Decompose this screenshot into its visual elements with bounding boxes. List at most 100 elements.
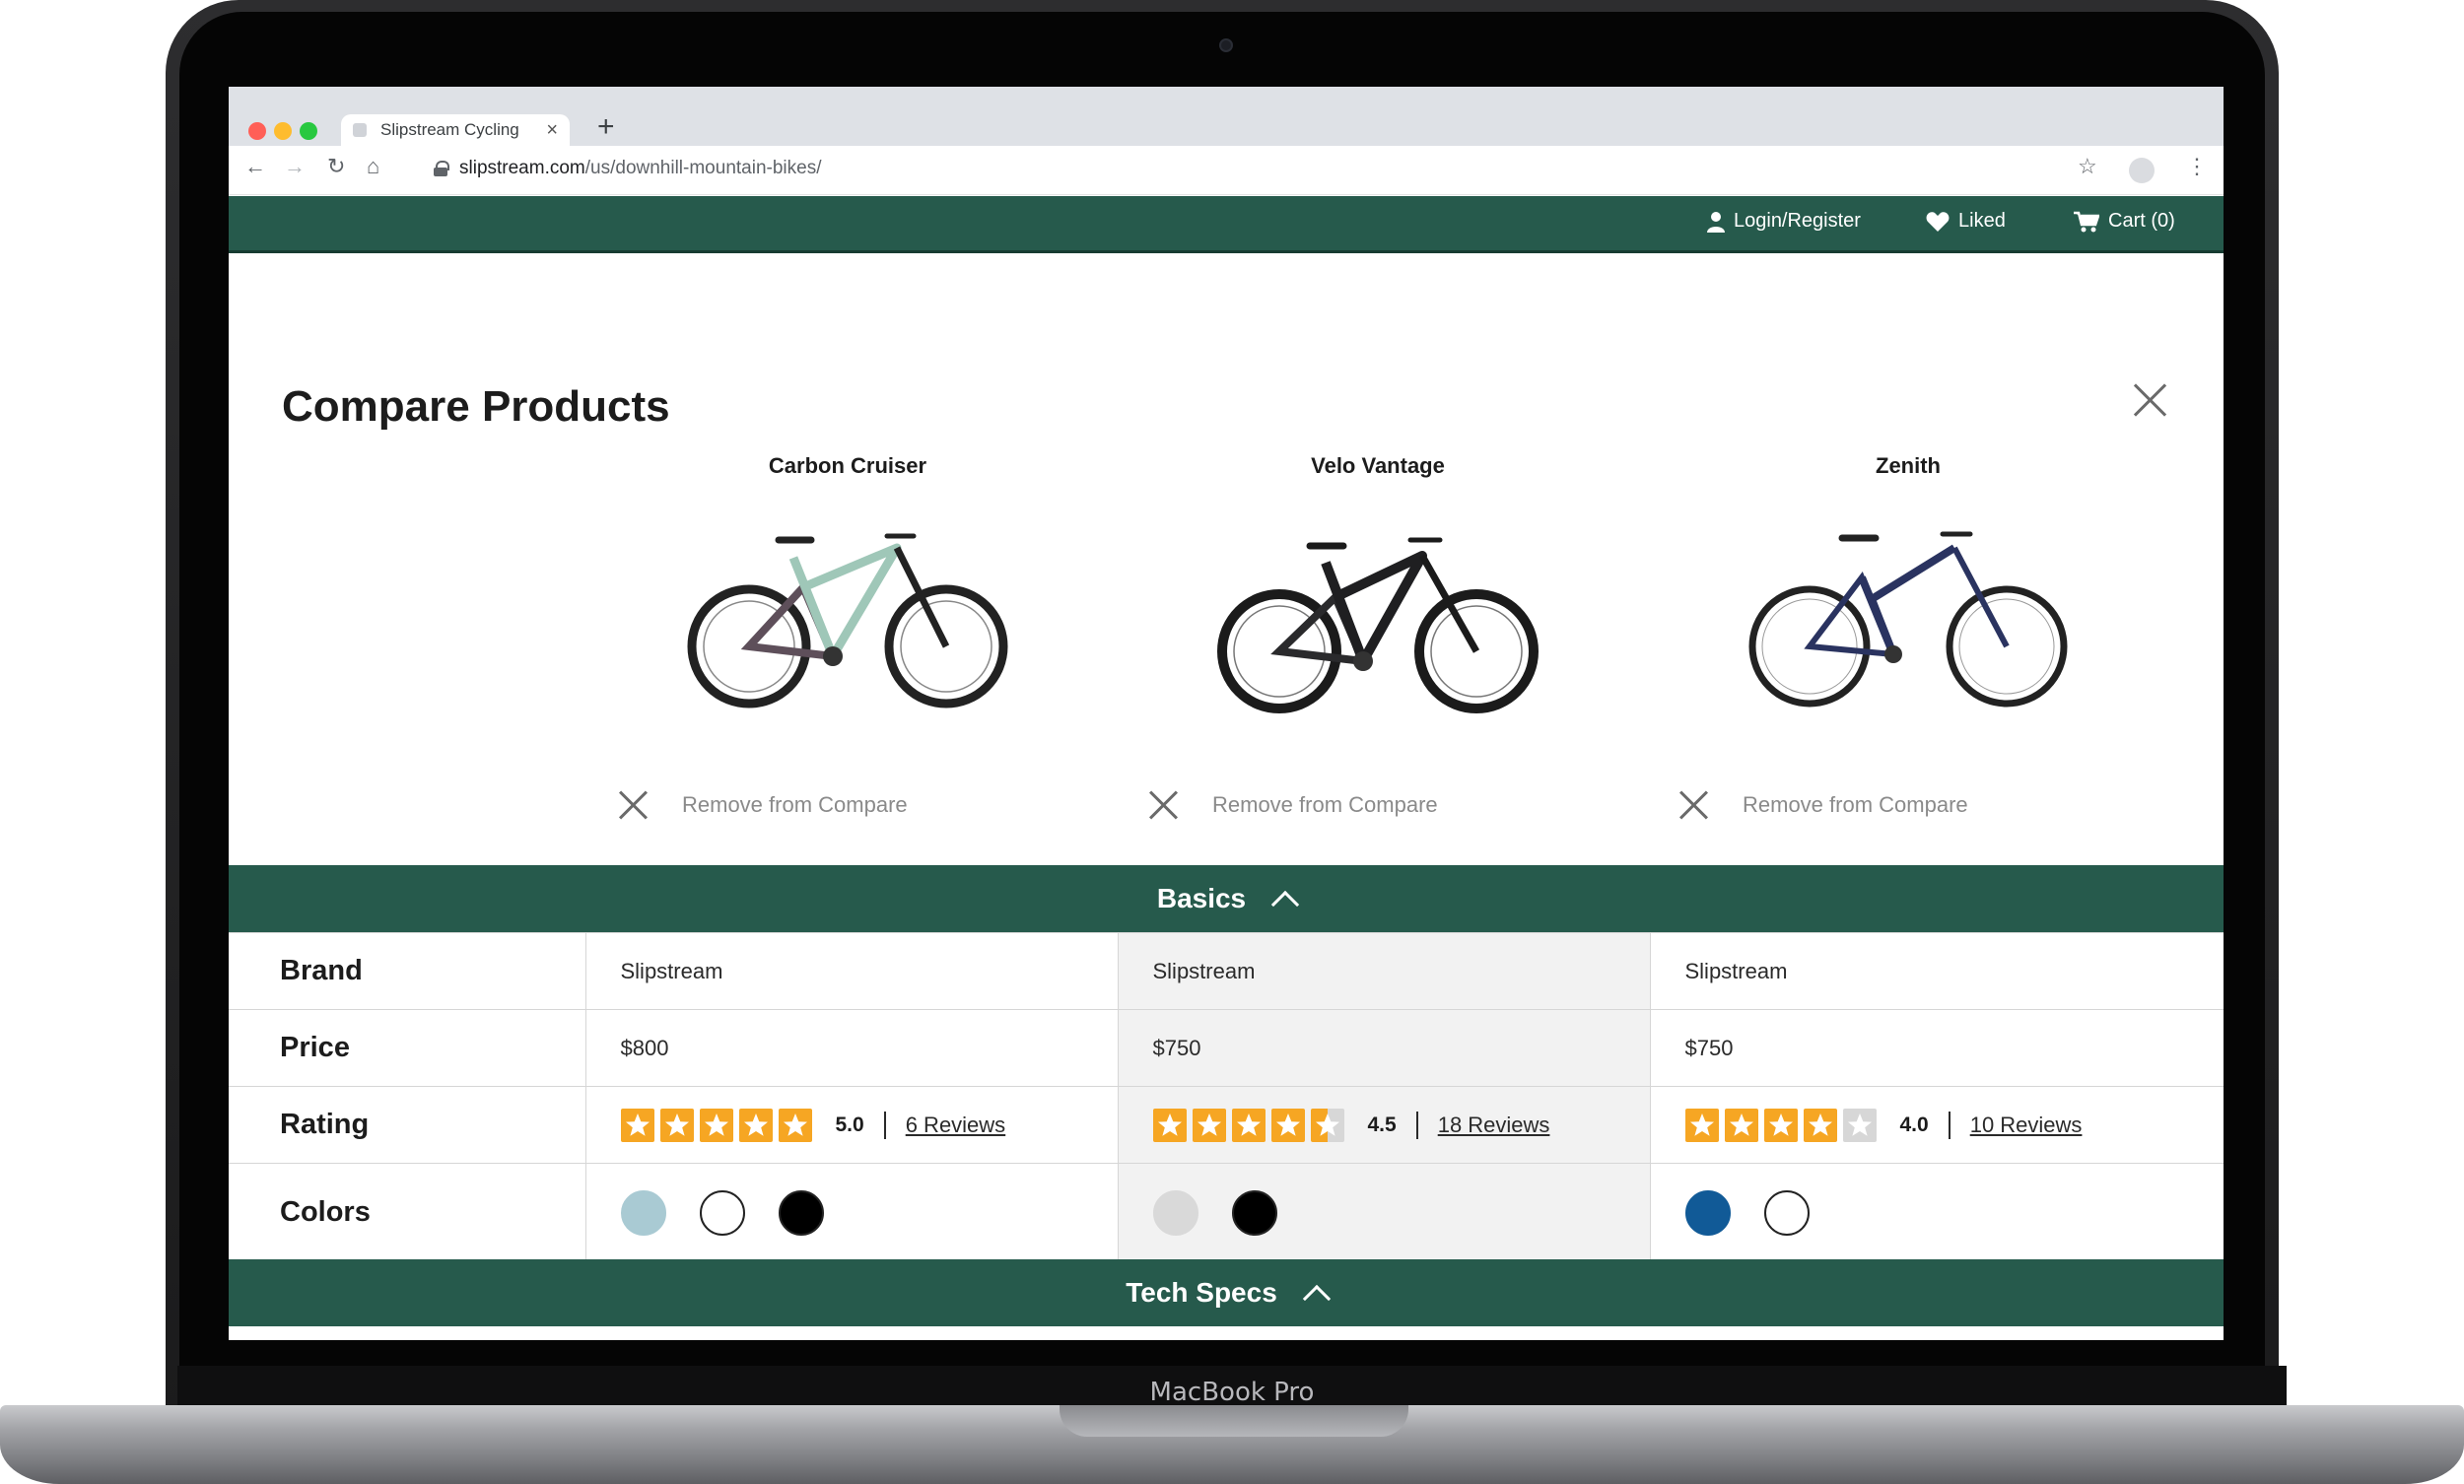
reviews-link[interactable]: 18 Reviews bbox=[1438, 1113, 1550, 1138]
table-cell: $800 bbox=[584, 1009, 1119, 1087]
url-path: /us/downhill-mountain-bikes/ bbox=[584, 158, 822, 178]
remove-from-compare-button[interactable]: Remove from Compare bbox=[1642, 784, 2174, 824]
login-register-label: Login/Register bbox=[1734, 210, 1861, 232]
liked-label: Liked bbox=[1958, 210, 2006, 232]
table-cell: 4.0 10 Reviews bbox=[1649, 1086, 2224, 1164]
table-row-brand: Brand Slipstream Slipstream Slipstream bbox=[229, 932, 2224, 1010]
home-icon[interactable]: ⌂ bbox=[367, 154, 379, 179]
color-swatch[interactable] bbox=[1231, 1189, 1277, 1236]
remove-from-compare-button[interactable]: Remove from Compare bbox=[1112, 784, 1644, 824]
chevron-up-icon bbox=[1302, 1284, 1331, 1314]
tech-specs-section-toggle[interactable]: Tech Specs bbox=[229, 1259, 2224, 1326]
star-icon bbox=[699, 1108, 733, 1142]
tab-close-icon[interactable]: × bbox=[546, 119, 558, 142]
star-group bbox=[1684, 1108, 1882, 1142]
star-icon bbox=[1231, 1108, 1266, 1142]
menu-kebab-icon[interactable]: ⋮ bbox=[2186, 154, 2208, 179]
rating-score: 4.0 bbox=[1899, 1113, 1929, 1136]
window-close-button[interactable] bbox=[248, 122, 266, 140]
bike-image[interactable] bbox=[1745, 518, 2071, 715]
table-cell: Slipstream bbox=[584, 932, 1119, 1010]
cart-label: Cart (0) bbox=[2108, 210, 2175, 232]
color-swatch[interactable] bbox=[778, 1189, 824, 1236]
remove-label: Remove from Compare bbox=[1743, 792, 1968, 817]
remove-from-compare-button[interactable]: Remove from Compare bbox=[582, 784, 1114, 824]
reload-icon[interactable]: ↻ bbox=[327, 154, 345, 179]
close-compare-button[interactable] bbox=[2131, 380, 2170, 420]
divider bbox=[1415, 1111, 1418, 1139]
lock-icon bbox=[434, 161, 449, 176]
table-cell: 5.0 6 Reviews bbox=[584, 1086, 1119, 1164]
close-icon bbox=[619, 790, 649, 820]
table-cell: $750 bbox=[1117, 1009, 1651, 1087]
bike-image[interactable] bbox=[685, 518, 1010, 715]
back-arrow-icon[interactable]: ← bbox=[244, 154, 266, 179]
star-group bbox=[620, 1108, 818, 1142]
divider bbox=[1948, 1111, 1951, 1139]
url-host: slipstream.com bbox=[459, 158, 585, 178]
window-maximize-button[interactable] bbox=[300, 122, 317, 140]
table-cell: 4.5 18 Reviews bbox=[1117, 1086, 1651, 1164]
tab-title: Slipstream Cycling bbox=[380, 120, 519, 139]
star-icon bbox=[1152, 1108, 1187, 1142]
reviews-link[interactable]: 6 Reviews bbox=[906, 1113, 1005, 1138]
address-bar[interactable]: slipstream.com/us/downhill-mountain-bike… bbox=[459, 158, 821, 179]
screen: Slipstream Cycling × + ← → ↻ ⌂ slipstrea… bbox=[229, 87, 2224, 1340]
site-header: Login/Register Liked Cart (0) bbox=[229, 196, 2224, 253]
remove-label: Remove from Compare bbox=[1212, 792, 1438, 817]
tech-specs-label: Tech Specs bbox=[1126, 1277, 1277, 1308]
star-icon bbox=[1763, 1108, 1798, 1142]
star-icon bbox=[659, 1108, 694, 1142]
color-swatch[interactable] bbox=[620, 1189, 666, 1236]
close-icon bbox=[1149, 790, 1179, 820]
star-icon bbox=[620, 1108, 654, 1142]
window-minimize-button[interactable] bbox=[274, 122, 292, 140]
forward-arrow-icon[interactable]: → bbox=[284, 154, 306, 179]
browser-tabbar: Slipstream Cycling × + bbox=[229, 87, 2224, 146]
star-icon bbox=[1842, 1108, 1877, 1142]
cart-link[interactable]: Cart (0) bbox=[2074, 210, 2175, 233]
star-icon bbox=[1724, 1108, 1758, 1142]
rating-score: 5.0 bbox=[835, 1113, 864, 1136]
basics-section-toggle[interactable]: Basics bbox=[229, 865, 2224, 932]
color-swatch[interactable] bbox=[1763, 1189, 1810, 1236]
liked-link[interactable]: Liked bbox=[1926, 210, 2006, 233]
device-label: MacBook Pro bbox=[1149, 1378, 1315, 1407]
divider bbox=[883, 1111, 886, 1139]
remove-label: Remove from Compare bbox=[682, 792, 908, 817]
table-cell: Slipstream bbox=[1117, 932, 1651, 1010]
login-register-link[interactable]: Login/Register bbox=[1707, 210, 1861, 233]
star-icon bbox=[1270, 1108, 1305, 1142]
star-rating: 5.0 6 Reviews bbox=[620, 1108, 1118, 1142]
color-swatch[interactable] bbox=[699, 1189, 745, 1236]
webcam bbox=[1219, 38, 1233, 52]
table-cell: Slipstream bbox=[1649, 932, 2224, 1010]
rating-score: 4.5 bbox=[1367, 1113, 1397, 1136]
browser-tab[interactable]: Slipstream Cycling × bbox=[341, 114, 570, 146]
table-cell: $750 bbox=[1649, 1009, 2224, 1087]
bike-image[interactable] bbox=[1215, 518, 1540, 715]
page-title: Compare Products bbox=[282, 382, 670, 431]
new-tab-button[interactable]: + bbox=[597, 110, 615, 144]
product-name: Zenith bbox=[1876, 453, 1941, 478]
favicon-icon bbox=[353, 123, 367, 137]
bookmark-star-icon[interactable]: ☆ bbox=[2078, 154, 2097, 179]
star-rating: 4.5 18 Reviews bbox=[1152, 1108, 1650, 1142]
row-label: Price bbox=[229, 1009, 586, 1087]
reviews-link[interactable]: 10 Reviews bbox=[1970, 1113, 2083, 1138]
product-column-3: Zenith Remove from Compare bbox=[1642, 453, 2174, 817]
table-cell bbox=[1649, 1163, 2224, 1262]
product-column-2: Velo Vantage Remove from Compare bbox=[1112, 453, 1644, 817]
star-icon bbox=[1192, 1108, 1226, 1142]
table-cell bbox=[1117, 1163, 1651, 1262]
star-icon bbox=[738, 1108, 773, 1142]
profile-avatar-icon[interactable] bbox=[2129, 158, 2155, 183]
product-name: Carbon Cruiser bbox=[768, 453, 927, 478]
user-icon bbox=[1707, 211, 1725, 233]
row-label: Rating bbox=[229, 1086, 586, 1164]
color-swatch[interactable] bbox=[1152, 1189, 1198, 1236]
row-label: Colors bbox=[229, 1163, 586, 1262]
color-swatch[interactable] bbox=[1684, 1189, 1731, 1236]
product-column-1: Carbon Cruiser Remove from Compare bbox=[582, 453, 1114, 817]
compare-table: Brand Slipstream Slipstream Slipstream P… bbox=[229, 932, 2224, 1262]
